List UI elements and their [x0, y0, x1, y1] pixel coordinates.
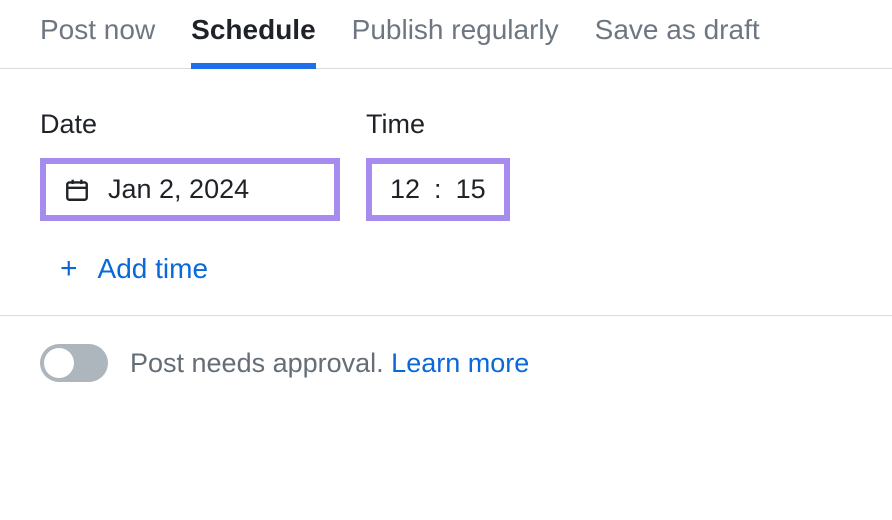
tab-save-as-draft[interactable]: Save as draft: [595, 14, 760, 68]
toggle-knob: [44, 348, 74, 378]
time-sep: :: [434, 174, 442, 205]
approval-toggle[interactable]: [40, 344, 108, 382]
schedule-panel: Date Jan 2, 2024 Time 12 : 15: [0, 69, 892, 315]
time-field: Time 12 : 15: [366, 109, 510, 221]
date-field: Date Jan 2, 2024: [40, 109, 340, 221]
add-time-label: Add time: [98, 253, 209, 285]
learn-more-link[interactable]: Learn more: [391, 348, 529, 378]
tab-publish-regularly[interactable]: Publish regularly: [352, 14, 559, 68]
calendar-icon: [64, 176, 90, 204]
approval-text: Post needs approval.: [130, 348, 391, 378]
date-value: Jan 2, 2024: [108, 174, 249, 205]
plus-icon: +: [60, 254, 78, 284]
tab-post-now[interactable]: Post now: [40, 14, 155, 68]
approval-row: Post needs approval. Learn more: [0, 316, 892, 410]
time-label: Time: [366, 109, 510, 140]
tab-schedule[interactable]: Schedule: [191, 14, 315, 68]
datetime-row: Date Jan 2, 2024 Time 12 : 15: [40, 109, 852, 221]
approval-text-wrap: Post needs approval. Learn more: [130, 348, 529, 379]
add-time-button[interactable]: + Add time: [40, 253, 852, 285]
date-label: Date: [40, 109, 340, 140]
time-hour[interactable]: 12: [390, 174, 420, 205]
time-minute[interactable]: 15: [456, 174, 486, 205]
time-inner: 12 : 15: [390, 174, 486, 205]
date-input[interactable]: Jan 2, 2024: [40, 158, 340, 221]
time-input[interactable]: 12 : 15: [366, 158, 510, 221]
tabs: Post now Schedule Publish regularly Save…: [0, 0, 892, 69]
